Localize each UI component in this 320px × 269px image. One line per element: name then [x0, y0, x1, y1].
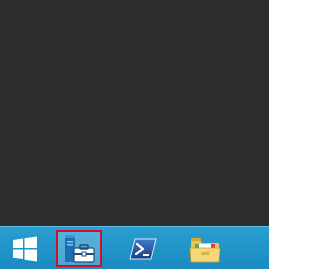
- file-explorer-button[interactable]: [182, 230, 228, 267]
- server-manager-button[interactable]: [56, 230, 102, 267]
- folder-icon: [189, 237, 221, 262]
- powershell-icon: [129, 238, 157, 259]
- desktop[interactable]: [0, 0, 269, 226]
- windows-logo-icon: [13, 236, 37, 261]
- taskbar: [0, 226, 269, 269]
- powershell-button[interactable]: [120, 230, 166, 267]
- server-manager-icon: [65, 234, 95, 263]
- screen: [0, 0, 269, 269]
- start-button[interactable]: [2, 230, 48, 267]
